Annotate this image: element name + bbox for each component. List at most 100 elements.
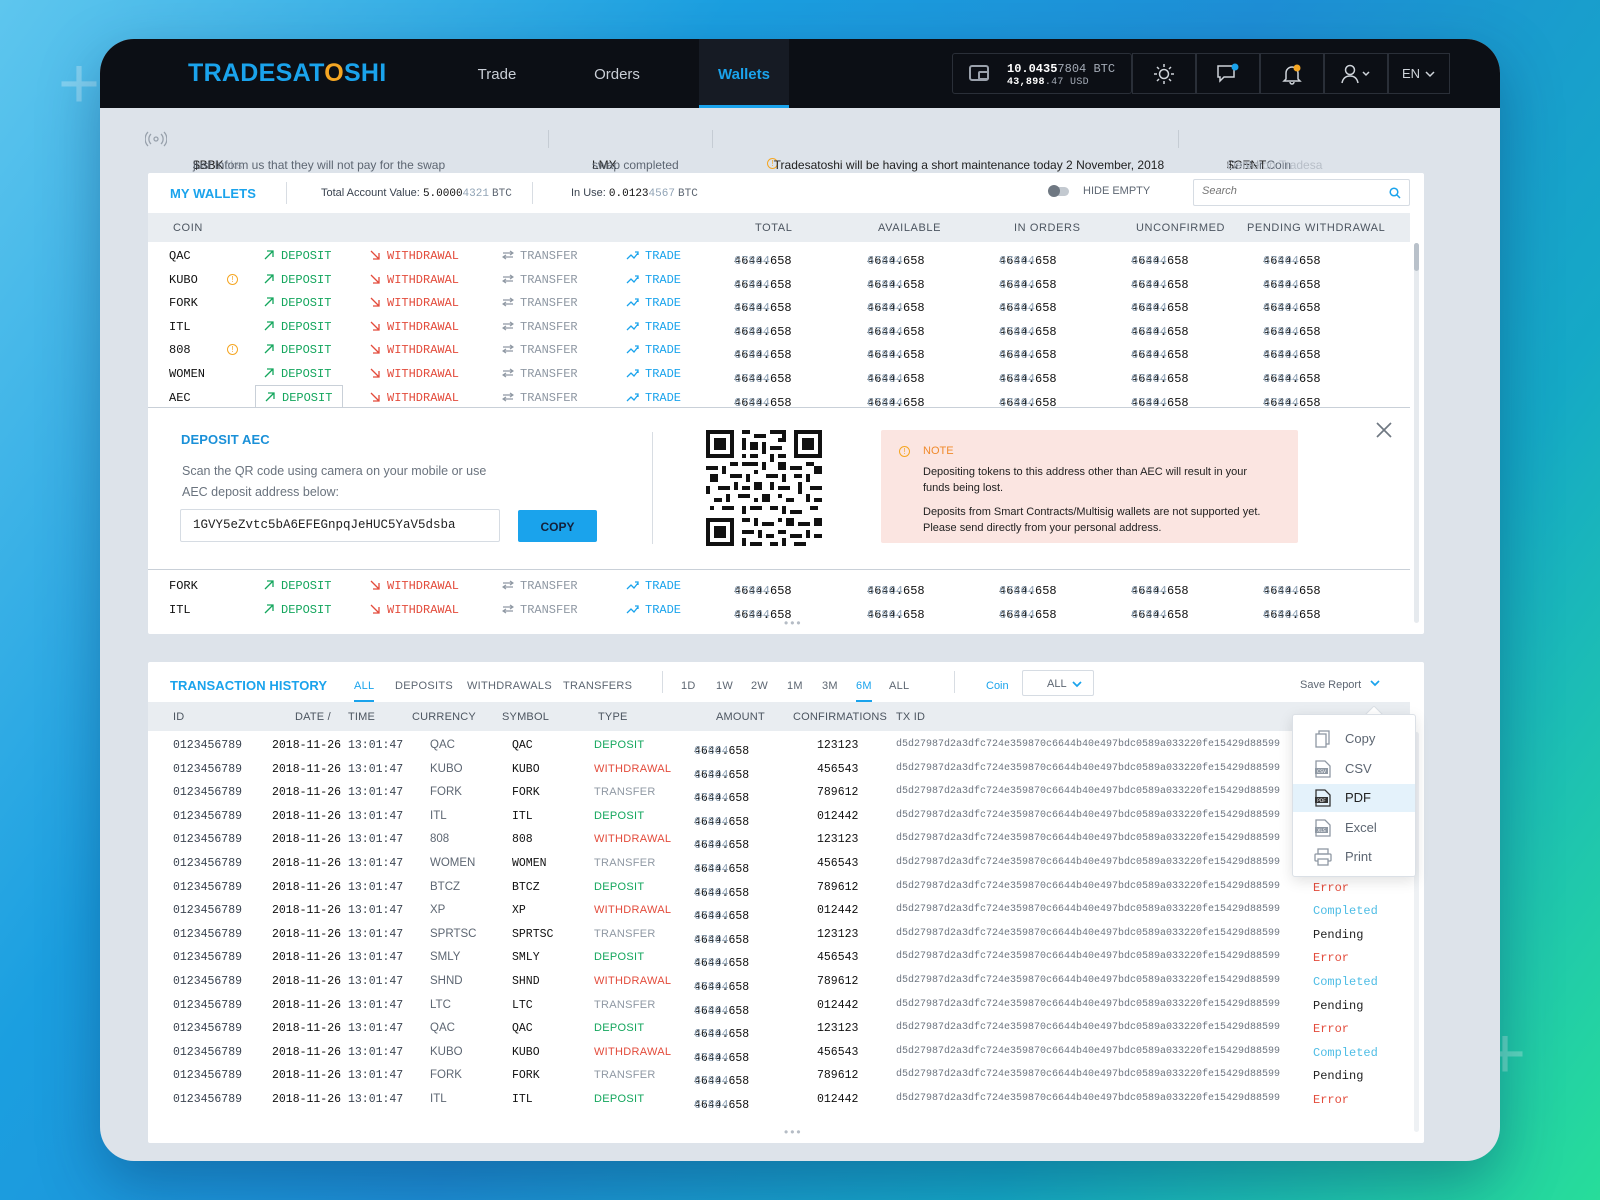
transaction-row[interactable]: 0123456789 2018-11-26 13:01:47 FORK FORK… [148, 780, 1410, 805]
transaction-row[interactable]: 0123456789 2018-11-26 13:01:47 FORK FORK… [148, 1063, 1410, 1088]
trade-link[interactable]: TRADE [626, 296, 681, 310]
notifications-button[interactable] [1260, 53, 1324, 94]
tx-hash[interactable]: d5d27987d2a3dfc724e359870c6644b40e497bdc… [896, 975, 1280, 986]
withdrawal-link[interactable]: WITHDRAWAL [370, 391, 459, 405]
transaction-row[interactable]: 0123456789 2018-11-26 13:01:47 KUBO KUBO… [148, 1040, 1410, 1065]
tab-withdrawals[interactable]: WITHDRAWALS [467, 680, 552, 692]
transaction-row[interactable]: 0123456789 2018-11-26 13:01:47 XP XP WIT… [148, 898, 1410, 923]
transaction-row[interactable]: 0123456789 2018-11-26 13:01:47 LTC LTC T… [148, 993, 1410, 1018]
nav-wallets[interactable]: Wallets [699, 39, 789, 108]
trade-link[interactable]: TRADE [626, 603, 681, 617]
wallet-search[interactable] [1193, 179, 1410, 206]
trade-link[interactable]: TRADE [626, 579, 681, 593]
withdrawal-link[interactable]: WITHDRAWAL [370, 273, 459, 287]
nav-trade[interactable]: Trade [452, 39, 542, 108]
withdrawal-link[interactable]: WITHDRAWAL [370, 603, 459, 617]
menu-item-excel[interactable]: XLS Excel [1293, 814, 1415, 842]
tx-hash[interactable]: d5d27987d2a3dfc724e359870c6644b40e497bdc… [896, 1069, 1280, 1080]
period-3m[interactable]: 3M [822, 680, 838, 692]
resize-handle[interactable]: ••• [784, 1125, 803, 1139]
tab-transfers[interactable]: TRANSFERS [563, 680, 632, 692]
tx-hash[interactable]: d5d27987d2a3dfc724e359870c6644b40e497bdc… [896, 881, 1280, 892]
period-1d[interactable]: 1D [681, 680, 696, 692]
deposit-link[interactable]: DEPOSIT [264, 367, 331, 381]
transaction-row[interactable]: 0123456789 2018-11-26 13:01:47 SPRTSC SP… [148, 922, 1410, 947]
transaction-row[interactable]: 0123456789 2018-11-26 13:01:47 QAC QAC D… [148, 733, 1410, 758]
hide-empty-toggle[interactable] [1048, 185, 1069, 197]
trade-link[interactable]: TRADE [626, 367, 681, 381]
transfer-link[interactable]: TRANSFER [501, 603, 578, 617]
deposit-link[interactable]: DEPOSIT [264, 296, 331, 310]
tx-hash[interactable]: d5d27987d2a3dfc724e359870c6644b40e497bdc… [896, 1046, 1280, 1057]
tx-hash[interactable]: d5d27987d2a3dfc724e359870c6644b40e497bdc… [896, 1022, 1280, 1033]
tx-hash[interactable]: d5d27987d2a3dfc724e359870c6644b40e497bdc… [896, 951, 1280, 962]
transaction-row[interactable]: 0123456789 2018-11-26 13:01:47 ITL ITL D… [148, 1087, 1410, 1112]
period-1m[interactable]: 1M [787, 680, 803, 692]
trade-link[interactable]: TRADE [626, 343, 681, 357]
logo[interactable]: TRADESATOSHI [188, 59, 387, 88]
tab-all[interactable]: ALL [354, 680, 375, 702]
user-menu-button[interactable] [1324, 53, 1388, 94]
withdrawal-link[interactable]: WITHDRAWAL [370, 343, 459, 357]
menu-item-print[interactable]: Print [1293, 843, 1415, 871]
resize-handle[interactable]: ••• [784, 616, 803, 630]
transaction-row[interactable]: 0123456789 2018-11-26 13:01:47 ITL ITL D… [148, 804, 1410, 829]
trade-link[interactable]: TRADE [626, 249, 681, 263]
withdrawal-link[interactable]: WITHDRAWAL [370, 367, 459, 381]
menu-item-copy[interactable]: Copy [1293, 725, 1415, 753]
tx-hash[interactable]: d5d27987d2a3dfc724e359870c6644b40e497bdc… [896, 810, 1280, 821]
copy-address-button[interactable]: COPY [518, 510, 597, 542]
deposit-link[interactable]: DEPOSIT [264, 579, 331, 593]
language-select[interactable]: EN [1388, 53, 1450, 94]
transfer-link[interactable]: TRANSFER [501, 367, 578, 381]
period-all[interactable]: ALL [889, 680, 909, 692]
search-input[interactable] [1202, 185, 1377, 197]
deposit-link[interactable]: DEPOSIT [264, 273, 331, 287]
tx-hash[interactable]: d5d27987d2a3dfc724e359870c6644b40e497bdc… [896, 833, 1280, 844]
transaction-row[interactable]: 0123456789 2018-11-26 13:01:47 WOMEN WOM… [148, 851, 1410, 876]
transfer-link[interactable]: TRANSFER [501, 579, 578, 593]
transfer-link[interactable]: TRANSFER [501, 343, 578, 357]
nav-orders[interactable]: Orders [568, 39, 666, 108]
deposit-link[interactable]: DEPOSIT [264, 603, 331, 617]
trade-link[interactable]: TRADE [626, 320, 681, 334]
deposit-link[interactable]: DEPOSIT [264, 343, 331, 357]
withdrawal-link[interactable]: WITHDRAWAL [370, 579, 459, 593]
wallets-scrollbar[interactable] [1414, 243, 1419, 623]
menu-item-pdf[interactable]: PDF PDF [1293, 784, 1415, 813]
tx-hash[interactable]: d5d27987d2a3dfc724e359870c6644b40e497bdc… [896, 763, 1280, 774]
tab-deposits[interactable]: DEPOSITS [395, 680, 453, 692]
deposit-link[interactable]: DEPOSIT [264, 320, 331, 334]
period-1w[interactable]: 1W [716, 680, 733, 692]
balance-widget[interactable]: 10.04357804 BTC 43,898.47 USD [952, 53, 1132, 94]
deposit-link[interactable]: DEPOSIT [264, 249, 331, 263]
withdrawal-link[interactable]: WITHDRAWAL [370, 296, 459, 310]
chat-button[interactable] [1196, 53, 1260, 94]
period-2w[interactable]: 2W [751, 680, 768, 692]
period-6m[interactable]: 6M [856, 680, 872, 702]
tx-hash[interactable]: d5d27987d2a3dfc724e359870c6644b40e497bdc… [896, 857, 1280, 868]
tx-hash[interactable]: d5d27987d2a3dfc724e359870c6644b40e497bdc… [896, 1093, 1280, 1104]
save-report-button[interactable]: Save Report [1300, 679, 1380, 691]
withdrawal-link[interactable]: WITHDRAWAL [370, 320, 459, 334]
transaction-row[interactable]: 0123456789 2018-11-26 13:01:47 BTCZ BTCZ… [148, 875, 1410, 900]
deposit-address-field[interactable]: 1GVY5eZvtc5bA6EFEGnpqJeHUC5YaV5dsba [180, 509, 500, 542]
ticker-item[interactable]: ! Tradesatoshi will be having a short ma… [767, 133, 1164, 172]
tx-hash[interactable]: d5d27987d2a3dfc724e359870c6644b40e497bdc… [896, 786, 1280, 797]
transaction-row[interactable]: 0123456789 2018-11-26 13:01:47 SHND SHND… [148, 969, 1410, 994]
tx-hash[interactable]: d5d27987d2a3dfc724e359870c6644b40e497bdc… [896, 904, 1280, 915]
transfer-link[interactable]: TRANSFER [501, 296, 578, 310]
theme-toggle-button[interactable] [1132, 53, 1196, 94]
coin-filter-select[interactable]: ALL [1022, 670, 1094, 696]
transfer-link[interactable]: TRANSFER [501, 273, 578, 287]
withdrawal-link[interactable]: WITHDRAWAL [370, 249, 459, 263]
tx-hash[interactable]: d5d27987d2a3dfc724e359870c6644b40e497bdc… [896, 928, 1280, 939]
trade-link[interactable]: TRADE [626, 391, 681, 405]
menu-item-csv[interactable]: CSV CSV [1293, 755, 1415, 783]
transfer-link[interactable]: TRANSFER [501, 249, 578, 263]
transaction-row[interactable]: 0123456789 2018-11-26 13:01:47 808 808 W… [148, 827, 1410, 852]
trade-link[interactable]: TRADE [626, 273, 681, 287]
transfer-link[interactable]: TRANSFER [501, 391, 578, 405]
transaction-row[interactable]: 0123456789 2018-11-26 13:01:47 SMLY SMLY… [148, 945, 1410, 970]
transaction-row[interactable]: 0123456789 2018-11-26 13:01:47 QAC QAC D… [148, 1016, 1410, 1041]
